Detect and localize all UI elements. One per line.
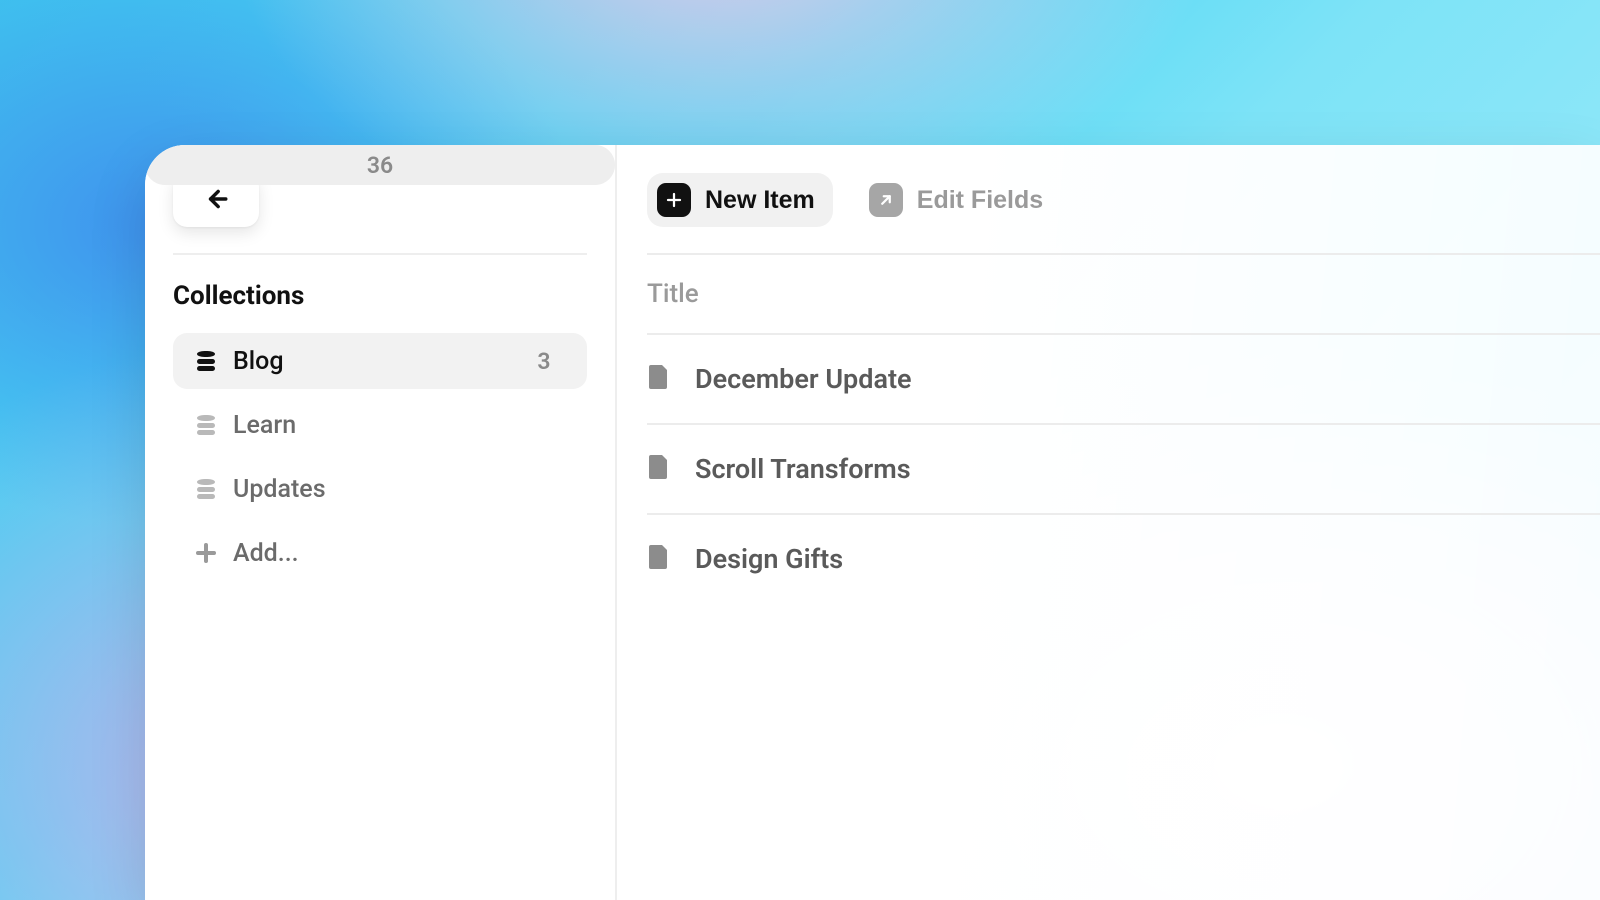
document-icon [647, 363, 671, 395]
arrow-up-right-icon [869, 183, 903, 217]
document-icon [647, 543, 671, 575]
collections-list: Blog 3 Learn 12 Updates 36 Add... [173, 333, 587, 581]
sidebar-item-label: Updates [233, 475, 326, 504]
document-icon [647, 453, 671, 485]
main-area: New Item Edit Fields Title December Upda… [617, 145, 1600, 900]
database-icon [191, 351, 221, 371]
sidebar-item-updates[interactable]: Updates 36 [173, 461, 587, 517]
database-icon [191, 415, 221, 435]
list-item[interactable]: Scroll Transforms [647, 423, 1600, 513]
count-badge: 36 [145, 145, 615, 185]
edit-fields-button[interactable]: Edit Fields [859, 173, 1061, 227]
item-title: Design Gifts [695, 543, 843, 575]
button-label: New Item [705, 186, 815, 215]
column-header-title: Title [647, 255, 1600, 333]
new-item-button[interactable]: New Item [647, 173, 833, 227]
count-badge: 3 [523, 341, 565, 381]
item-title: Scroll Transforms [695, 453, 911, 485]
button-label: Edit Fields [917, 186, 1043, 215]
plus-icon [657, 183, 691, 217]
sidebar-item-label: Add... [233, 539, 299, 568]
item-title: December Update [695, 363, 912, 395]
sidebar-item-learn[interactable]: Learn 12 [173, 397, 587, 453]
list-item[interactable]: December Update [647, 333, 1600, 423]
sidebar-section-title: Collections [173, 281, 587, 311]
sidebar: Collections Blog 3 Learn 12 Updates 36 [145, 145, 617, 900]
sidebar-item-label: Learn [233, 411, 296, 440]
sidebar-item-add[interactable]: Add... [173, 525, 587, 581]
sidebar-item-label: Blog [233, 347, 284, 376]
sidebar-item-blog[interactable]: Blog 3 [173, 333, 587, 389]
app-panel: Collections Blog 3 Learn 12 Updates 36 [145, 145, 1600, 900]
arrow-left-icon [203, 186, 229, 215]
plus-icon [191, 543, 221, 563]
database-icon [191, 479, 221, 499]
toolbar: New Item Edit Fields [647, 173, 1600, 227]
list-item[interactable]: Design Gifts [647, 513, 1600, 603]
divider [173, 253, 587, 255]
